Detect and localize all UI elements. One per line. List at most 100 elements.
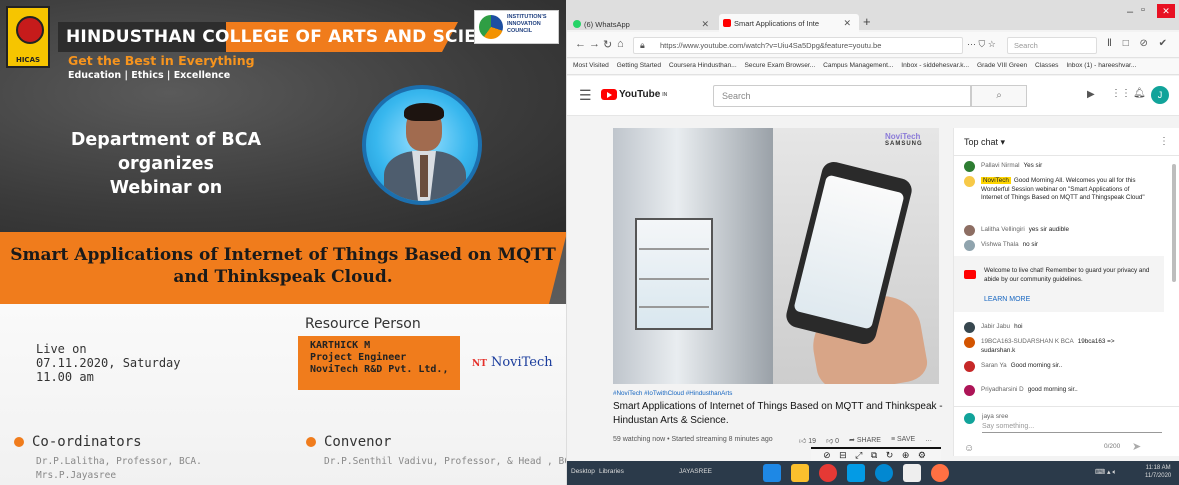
- search-icon[interactable]: ⌕: [971, 85, 1027, 107]
- browser-search-input[interactable]: Search: [1007, 37, 1097, 54]
- send-icon[interactable]: ➤: [1132, 440, 1141, 453]
- clock-date: 11/7/2020: [1145, 473, 1172, 479]
- chat-header[interactable]: Top chat ▾: [954, 128, 1179, 156]
- new-tab-button[interactable]: +: [863, 14, 871, 29]
- chat-text: hoi: [1014, 323, 1023, 330]
- system-tray[interactable]: ⌨ ▴ 🔈︎: [1095, 468, 1117, 477]
- bookmark-item[interactable]: Inbox (1) - hareeshvar...: [1066, 62, 1136, 69]
- navigation-bar: ← → ↻ ⌂ 🔒︎ https://www.youtube.com/watch…: [567, 32, 1179, 58]
- chat-input[interactable]: Say something...: [982, 423, 1162, 433]
- department-heading: Department of BCA organizes Webinar on: [56, 128, 276, 200]
- novitech-logo: NT NoviTech: [472, 355, 553, 370]
- coordinator-1: Dr.P.Lalitha, Professor, BCA.: [36, 456, 202, 467]
- character-count: 0/200: [1104, 443, 1121, 450]
- resource-person-org: NoviTech R&D Pvt. Ltd.,: [310, 364, 449, 375]
- create-video-icon[interactable]: ▶︎: [1087, 89, 1095, 100]
- avatar[interactable]: J: [1151, 86, 1169, 104]
- home-icon[interactable]: ⌂: [617, 38, 624, 50]
- fridge-shelf: [639, 248, 709, 250]
- toolbar-icons[interactable]: Ⅱ □ ⊘ ✔: [1107, 38, 1171, 49]
- taskbar: Desktop Libraries JAYASREE ⌨ ▴ 🔈︎ 11:18 …: [567, 461, 1179, 485]
- bookmark-item[interactable]: Campus Management...: [823, 62, 893, 69]
- libraries-button[interactable]: Libraries: [599, 468, 624, 475]
- dislike-button[interactable]: 👎︎ 0: [826, 436, 839, 445]
- close-icon[interactable]: ✕: [701, 19, 709, 30]
- chat-text: no sir: [1022, 241, 1038, 248]
- live-on-label: Live on: [36, 342, 87, 356]
- clock[interactable]: 11:18 AM 11/7/2020: [1145, 464, 1171, 480]
- video-title: Smart Applications of Internet of Things…: [613, 401, 943, 426]
- chat-author: Saran Ya: [981, 362, 1007, 369]
- hamburger-menu-icon[interactable]: ☰: [579, 87, 592, 104]
- more-button[interactable]: …: [925, 436, 932, 445]
- dislike-count: 0: [835, 438, 840, 445]
- document-icon[interactable]: [903, 464, 921, 482]
- bookmark-item[interactable]: Classes: [1035, 62, 1058, 69]
- app-icon[interactable]: [875, 464, 893, 482]
- tab-youtube[interactable]: Smart Applications of Inte ✕: [719, 14, 859, 32]
- ie-icon[interactable]: [847, 464, 865, 482]
- back-icon[interactable]: ←: [575, 38, 586, 50]
- convenor-heading: Convenor: [324, 434, 392, 450]
- page-actions[interactable]: ⋯ ⛉ ☆: [967, 39, 996, 50]
- webinar-title: Smart Applications of Internet of Things…: [0, 244, 566, 288]
- bookmark-item[interactable]: Getting Started: [617, 62, 661, 69]
- apps-grid-icon[interactable]: ⋮⋮: [1111, 88, 1131, 99]
- chat-text: yes sir audible: [1028, 226, 1070, 233]
- webinar-title-line-1: Smart Applications of Internet of Things…: [10, 245, 556, 265]
- like-button[interactable]: 👍︎ 19: [799, 436, 816, 445]
- forward-icon[interactable]: →: [589, 38, 600, 50]
- dept-line-1: Department of BCA: [70, 130, 262, 150]
- desktop-button[interactable]: Desktop: [571, 468, 595, 475]
- chat-current-user: jaya sree: [982, 413, 1009, 420]
- minimize-icon[interactable]: –: [1127, 6, 1133, 18]
- share-label: SHARE: [856, 437, 881, 444]
- avatar: [964, 161, 975, 172]
- bookmark-item[interactable]: Most Visited: [573, 62, 609, 69]
- notifications-bell-icon[interactable]: 🔔︎: [1133, 88, 1146, 99]
- avatar: [964, 225, 975, 236]
- firefox-icon[interactable]: [931, 464, 949, 482]
- bookmark-item[interactable]: Inbox - siddehesvar.k...: [901, 62, 969, 69]
- address-bar[interactable]: 🔒︎ https://www.youtube.com/watch?v=Uiu4S…: [633, 37, 963, 54]
- user-folder-button[interactable]: JAYASREE: [679, 468, 712, 475]
- save-label: SAVE: [897, 436, 916, 443]
- whatsapp-icon: [573, 20, 581, 28]
- emoji-icon[interactable]: ☺: [964, 443, 974, 454]
- welcome-notice: Welcome to live chat! Remember to guard …: [954, 256, 1164, 312]
- more-options-icon[interactable]: ⋮: [1159, 136, 1169, 147]
- video-watermark: NoviTech SAMSUNG: [885, 132, 923, 147]
- chat-scrollbar[interactable]: [1172, 164, 1176, 282]
- bookmark-item[interactable]: Secure Exam Browser...: [745, 62, 816, 69]
- chat-text: Good morning sir..: [1010, 362, 1063, 369]
- iic-logo: INSTITUTION'S INNOVATION COUNCIL: [474, 10, 559, 44]
- share-button[interactable]: ➦ SHARE: [849, 436, 881, 445]
- explorer-icon[interactable]: [763, 464, 781, 482]
- maximize-icon[interactable]: ▫: [1141, 4, 1145, 16]
- video-player[interactable]: NoviTech SAMSUNG: [613, 128, 939, 384]
- video-hashtags[interactable]: #NoviTech #IoTwithCloud #HindusthanArts: [613, 390, 732, 397]
- tab-title: (6) WhatsApp: [584, 19, 630, 29]
- folder-icon[interactable]: [791, 464, 809, 482]
- youtube-search-input[interactable]: Search: [713, 85, 971, 107]
- reload-icon[interactable]: ↻: [603, 38, 612, 51]
- youtube-region: IN: [662, 91, 668, 98]
- bookmark-item[interactable]: Coursera Hindusthan...: [669, 62, 737, 69]
- close-window-icon[interactable]: ✕: [1157, 4, 1175, 18]
- dept-line-3: Webinar on: [109, 178, 223, 198]
- like-count: 19: [808, 438, 817, 445]
- save-button[interactable]: ≡ SAVE: [891, 436, 915, 445]
- watermark-brand: NoviTech: [885, 132, 921, 141]
- chrome-icon[interactable]: [819, 464, 837, 482]
- college-name: HINDUSTHAN COLLEGE OF ARTS AND SCIENCE: [66, 27, 515, 47]
- speaker-tie: [420, 155, 428, 197]
- tab-whatsapp[interactable]: (6) WhatsApp ✕: [573, 16, 717, 32]
- bookmark-item[interactable]: Grade VIII Green: [977, 62, 1027, 69]
- resource-person-role: Project Engineer: [310, 352, 407, 363]
- dept-line-2: organizes: [118, 154, 214, 174]
- chat-filter[interactable]: Top chat ▾: [964, 137, 1005, 147]
- screen-share-toolbar[interactable]: ⊘ ⊟ ⤢ ⧉ ↻ ⊕ ⚙: [811, 447, 941, 461]
- learn-more-link[interactable]: LEARN MORE: [984, 296, 1030, 303]
- youtube-logo[interactable]: YouTube IN: [601, 89, 667, 100]
- close-icon[interactable]: ✕: [843, 18, 851, 29]
